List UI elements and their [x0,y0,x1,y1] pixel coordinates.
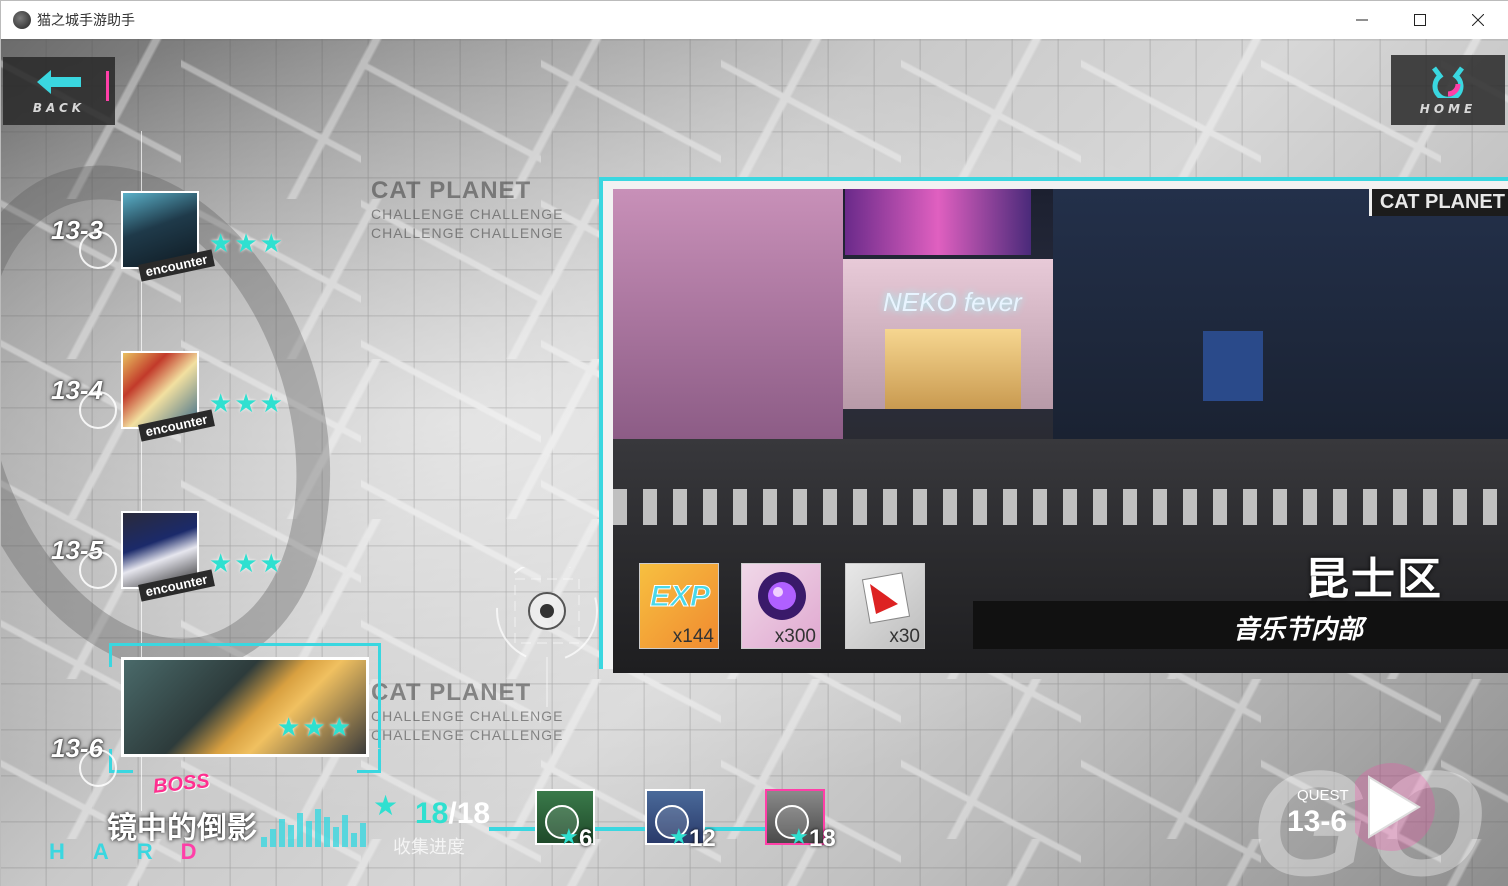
check-icon [79,391,117,429]
scene-building [1053,189,1508,439]
svg-text:EXP: EXP [650,580,711,613]
star-icon: ★ [559,825,579,850]
maximize-icon [1414,14,1426,26]
crystal-orb-icon [758,572,806,620]
equalizer-decoration [261,807,366,847]
reward-exp[interactable]: EXP x144 [639,563,719,649]
reward-quantity: x144 [672,626,714,647]
star-rating: ★ ★ ★ [209,231,283,257]
reward-quantity: x30 [889,626,920,647]
check-icon [79,749,117,787]
reward-crystal[interactable]: x300 [741,563,821,649]
minimize-icon [1356,19,1368,21]
collection-progress: 18/18 [415,797,490,831]
maximize-button[interactable] [1391,1,1449,39]
watermark-title: CAT PLANET [371,177,532,204]
star-icon: ★ [327,713,351,743]
stage-scene-image: NEKO fever CAT PLANET 昆士区 音乐节内部 EXP x144… [613,189,1508,673]
star-icon: ★ [234,229,258,259]
play-icon [1355,763,1435,851]
star-rating: ★ ★ ★ [209,551,283,577]
difficulty-letter: H [49,839,93,864]
progress-current: 18 [415,797,449,830]
star-icon: ★ [234,549,258,579]
window-title: 猫之城手游助手 [37,13,135,29]
star-icon: ★ [669,825,689,850]
back-label: BACK [32,101,86,115]
watermark-top: CAT PLANET CHALLENGE CHALLENGE CHALLENGE… [371,177,564,243]
stage-preview-panel: NEKO fever CAT PLANET 昆士区 音乐节内部 EXP x144… [599,177,1508,673]
star-icon: ★ [234,389,258,419]
check-icon [79,551,117,589]
crosshair-icon [496,567,598,707]
bottom-bar: HARD 镜中的倒影 ★ 18/18 收集进度 ★ 6 ★ 12 ★ 18 QU… [1,739,1508,886]
stage-node-13-6-selected[interactable]: 13-6 ★ ★ ★ BOSS [41,643,401,798]
star-icon: ★ [302,713,326,743]
start-quest-button[interactable] [1355,755,1439,859]
progress-total: /18 [448,797,491,830]
stage-name: 镜中的倒影 [107,811,257,846]
scene-crosswalk [613,489,1508,525]
location-tag: CAT PLANET [1368,189,1508,216]
minimize-button[interactable] [1333,1,1391,39]
shop-sign: NEKO fever [883,287,1022,317]
home-label: HOME [1419,102,1477,116]
star-icon: ★ [259,389,283,419]
scene-billboard [845,189,1031,255]
stage-subtitle: 音乐节内部 [1232,615,1363,645]
progress-label: 收集进度 [393,837,465,858]
back-accent-bar [106,71,109,101]
back-button[interactable]: BACK [3,57,115,125]
card-pack-icon [861,572,911,624]
reward-chest-12[interactable]: ★ 12 [641,783,717,859]
app-icon [13,11,31,29]
title-bar: 猫之城手游助手 [1,1,1508,39]
home-cat-icon [1432,66,1464,98]
chest-threshold: 6 [579,825,593,852]
scene-building [613,189,843,449]
reward-card[interactable]: x30 [845,563,925,649]
reward-quantity: x300 [774,626,816,647]
close-icon [1472,14,1484,26]
exp-icon: EXP [650,580,712,614]
arrow-left-icon [37,70,81,94]
chest-threshold: 18 [809,825,836,852]
quest-label: QUEST [1297,787,1349,804]
stage-node-13-4[interactable]: 13-4 encounter ★ ★ ★ [41,351,301,461]
reward-chest-6[interactable]: ★ 6 [531,783,607,859]
chest-threshold: 12 [689,825,716,852]
star-icon: ★ [789,825,809,850]
scene-shop-window [885,329,1021,409]
progress-star-icon: ★ [373,789,399,822]
watermark-line: CHALLENGE CHALLENGE [371,206,564,222]
home-button[interactable]: HOME [1391,55,1505,125]
star-icon: ★ [259,229,283,259]
game-viewport: CAT PLANET CHALLENGE CHALLENGE CHALLENGE… [1,39,1508,886]
stage-node-13-3[interactable]: 13-3 encounter ★ ★ ★ [41,191,301,301]
star-rating: ★ ★ ★ [277,715,351,741]
star-rating: ★ ★ ★ [209,391,283,417]
close-button[interactable] [1449,1,1507,39]
app-window: 猫之城手游助手 CAT PLANET CHALLENGE CHALLENGE C… [0,0,1508,886]
star-icon: ★ [277,713,301,743]
stage-node-13-5[interactable]: 13-5 encounter ★ ★ ★ [41,511,301,621]
district-name: 昆士区 [1305,554,1443,605]
reward-chest-18[interactable]: ★ 18 [761,783,837,859]
check-icon [79,231,117,269]
star-icon: ★ [209,549,233,579]
watermark-line: CHALLENGE CHALLENGE [371,225,564,241]
star-icon: ★ [259,549,283,579]
quest-number: 13-6 [1287,805,1348,838]
star-icon: ★ [209,229,233,259]
star-icon: ★ [209,389,233,419]
scene-bus [1203,331,1263,401]
